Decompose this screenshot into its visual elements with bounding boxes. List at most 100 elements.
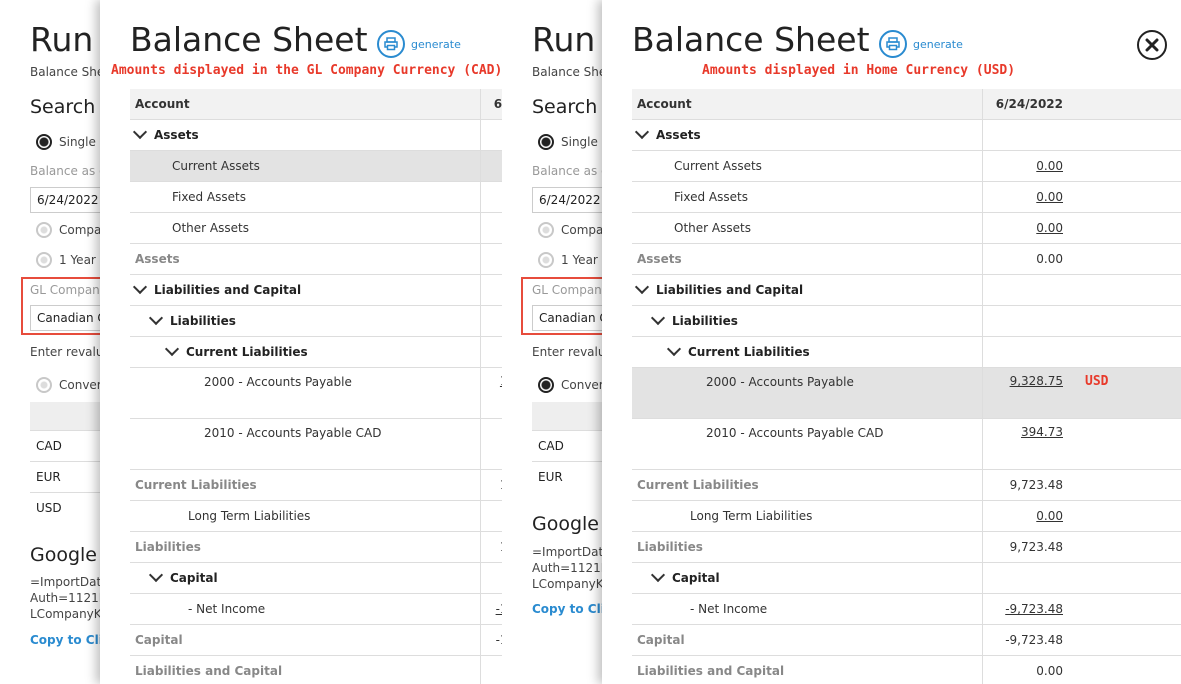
table-row: Capital (632, 562, 1181, 594)
chevron-down-icon[interactable] (132, 124, 148, 140)
panel-title: Balance Sheet (632, 20, 870, 59)
group-label: Capital (170, 571, 218, 585)
table-row: Liabilities and Capital0.00 (632, 655, 1181, 684)
total-label: Current Liabilities (632, 469, 983, 501)
table-row: Capital -9,723.48 (632, 624, 1181, 656)
account-label: Other Assets (130, 212, 481, 244)
chevron-down-icon[interactable] (634, 279, 650, 295)
total-label: Liabilities and Capital (632, 655, 983, 684)
one-year-radio[interactable]: 1 Year (36, 252, 96, 268)
column-header-date: 6/24/2022 (480, 89, 502, 120)
table-row: Long Term Liabilities0.00 (130, 500, 502, 532)
revaluation-label: Enter revalu (30, 345, 104, 359)
amount-link[interactable]: -9,723.48 (1005, 602, 1063, 616)
account-label: 2010 - Accounts Payable CAD (130, 418, 481, 470)
table-row: 2000 - Accounts Payable 9,328.75 USD (632, 367, 1181, 419)
balance-sheet-panel-usd: Balance Sheet generate Amounts displayed… (602, 0, 1181, 684)
table-row: Current Liabilities (632, 336, 1181, 368)
table-row: Assets0.00 (632, 243, 1181, 275)
generate-link[interactable]: generate (411, 38, 461, 51)
total-label: Liabilities and Capital (130, 655, 481, 684)
convert-radio[interactable]: Conver (36, 377, 102, 393)
amount-total: 9,723.48 (1009, 540, 1063, 554)
currency-note: Amounts displayed in Home Currency (USD) (702, 63, 1016, 78)
single-radio[interactable]: Single R (36, 134, 108, 150)
close-icon[interactable] (1137, 30, 1167, 60)
generate-link[interactable]: generate (913, 38, 963, 51)
radio-selected-icon (538, 377, 554, 393)
amount-link[interactable]: 0.00 (1036, 159, 1063, 173)
chevron-down-icon[interactable] (634, 124, 650, 140)
page-title: Run (532, 20, 596, 59)
total-label: Liabilities (130, 531, 481, 563)
account-label: Current Assets (130, 150, 481, 182)
table-row: Other Assets0.00 (130, 212, 502, 244)
account-label: Long Term Liabilities (632, 500, 983, 532)
radio-selected-icon (538, 134, 554, 150)
table-row: Current Assets0.00 (130, 150, 502, 182)
total-label: Current Liabilities (130, 469, 481, 501)
one-year-radio[interactable]: 1 Year (538, 252, 598, 268)
group-label: Capital (672, 571, 720, 585)
group-label: Current Liabilities (688, 345, 810, 359)
amount-link[interactable]: 0.00 (1036, 190, 1063, 204)
screenshot-right: Run Balance Shee Search C Single R Balan… (502, 0, 1181, 684)
table-row: Current Liabilities12,316.77 (130, 469, 502, 501)
printer-icon[interactable] (879, 30, 907, 58)
total-label: Capital (632, 624, 983, 656)
currency-tag: USD (1085, 374, 1109, 389)
chevron-down-icon[interactable] (164, 341, 180, 357)
chevron-down-icon[interactable] (148, 567, 164, 583)
account-label: 2010 - Accounts Payable CAD (632, 418, 983, 470)
table-row: Fixed Assets0.00 (130, 181, 502, 213)
radio-unselected-icon (36, 377, 52, 393)
balance-sheet-panel-cad: Balance Sheet generate Amounts displayed… (100, 0, 502, 684)
currency-note: Amounts displayed in the GL Company Curr… (111, 63, 502, 78)
amount-total: 9,723.48 (1009, 478, 1063, 492)
account-label: - Net Income (632, 593, 983, 625)
account-label: 2000 - Accounts Payable (130, 367, 481, 419)
revaluation-label: Enter revalu (532, 345, 606, 359)
column-header-date: 6/24/2022 (982, 89, 1063, 120)
table-row: Liabilities 9,723.48 (632, 531, 1181, 563)
table-row: - Net Income -9,723.48 (632, 593, 1181, 625)
balance-as-of-label: Balance as o (532, 164, 609, 178)
printer-icon[interactable] (377, 30, 405, 58)
table-row: Assets0.00 (130, 243, 502, 275)
chevron-down-icon[interactable] (148, 310, 164, 326)
table-row: Current Liabilities (130, 336, 502, 368)
amount-link[interactable]: 9,328.75 (1010, 374, 1063, 388)
amount-link[interactable]: 0.00 (1036, 221, 1063, 235)
gl-company-label: GL Company (30, 283, 107, 297)
table-row: 2000 - Accounts Payable11,816.77CAD (130, 367, 502, 419)
table-row: 2010 - Accounts Payable CAD 394.73 (632, 418, 1181, 470)
table-row: Liabilities and Capital0.00 (130, 655, 502, 684)
convert-radio[interactable]: Conver (538, 377, 604, 393)
table-row: Capital (130, 562, 502, 594)
account-label: Fixed Assets (130, 181, 481, 213)
total-label: Liabilities (632, 531, 983, 563)
table-header: Account6/24/2022 (632, 89, 1181, 120)
chevron-down-icon[interactable] (650, 567, 666, 583)
table-row: Liabilities (130, 305, 502, 337)
chevron-down-icon[interactable] (132, 279, 148, 295)
amount-link[interactable]: 394.73 (1021, 425, 1063, 439)
table-row: 2010 - Accounts Payable CAD500.00 (130, 418, 502, 470)
amount-link[interactable]: 0.00 (1036, 509, 1063, 523)
group-label: Current Liabilities (186, 345, 308, 359)
table-row: Assets (130, 119, 502, 151)
group-label: Liabilities (170, 314, 236, 328)
table-row: Liabilities and Capital (632, 274, 1181, 306)
table-row: Liabilities12,316.77 (130, 531, 502, 563)
amount-total: 0.00 (1036, 252, 1063, 266)
single-radio[interactable]: Single R (538, 134, 610, 150)
chevron-down-icon[interactable] (650, 310, 666, 326)
balance-sheet-table: Account6/24/2022 Assets Current Assets 0.00… (632, 89, 1181, 684)
radio-unselected-icon (538, 252, 554, 268)
chevron-down-icon[interactable] (666, 341, 682, 357)
compare-radio[interactable]: Compa (36, 222, 101, 238)
group-label: Liabilities and Capital (154, 283, 302, 297)
compare-radio[interactable]: Compa (538, 222, 603, 238)
group-label: Assets (656, 128, 701, 142)
table-row: Liabilities and Capital (130, 274, 502, 306)
